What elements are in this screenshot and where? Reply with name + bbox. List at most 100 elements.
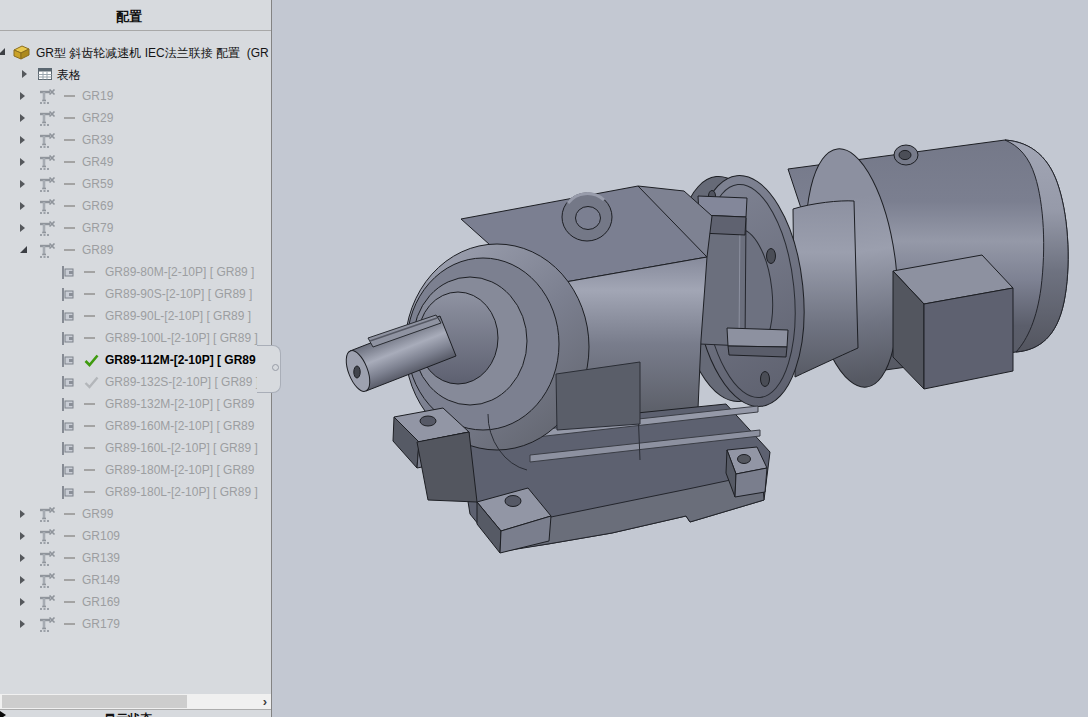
config-icon [38,154,58,175]
expand-arrow-icon[interactable] [20,510,25,518]
expand-arrow-icon[interactable] [20,620,25,628]
tree-row-label[interactable]: GR89-132M-[2-10P] [ GR89 [105,397,254,411]
tree-row[interactable]: GR59 [0,173,271,195]
tree-row-label[interactable]: GR19 [82,89,113,103]
dash-mark [84,447,95,449]
tree-row[interactable]: GR109 [0,525,271,547]
tree-row[interactable]: GR19 [0,85,271,107]
tree-row-label[interactable]: GR99 [82,507,113,521]
tree-row[interactable]: GR99 [0,503,271,525]
expand-arrow-icon[interactable] [20,202,25,210]
dash-mark [64,139,75,141]
tree-row-label[interactable]: GR149 [82,573,120,587]
tree-row[interactable]: GR型 斜齿轮减速机 IEC法兰联接 配置 (GR [0,41,271,63]
torque-bar-mid [727,328,788,347]
dash-mark [64,557,75,559]
tree-row[interactable]: GR89-90L-[2-10P] [ GR89 ] [0,305,271,327]
dash-mark [84,425,95,427]
tree-row-label[interactable]: GR29 [82,111,113,125]
front-recess [556,362,640,430]
dash-mark [84,293,95,295]
active-config-check-icon [84,353,99,372]
tree-row[interactable]: GR89-160L-[2-10P] [ GR89 ] [0,437,271,459]
tree-row-label[interactable]: GR89-160M-[2-10P] [ GR89 [105,419,254,433]
dash-mark [64,161,75,163]
tree-row-label[interactable]: GR89-100L-[2-10P] [ GR89 ] [105,331,258,345]
dash-mark [84,491,95,493]
tree-row-label[interactable]: GR型 斜齿轮减速机 IEC法兰联接 配置 (GR [36,45,269,62]
tree-row[interactable]: GR179 [0,613,271,635]
tree-row[interactable]: GR89-100L-[2-10P] [ GR89 ] [0,327,271,349]
flyout-handle-circle[interactable] [272,364,279,371]
tree-row[interactable]: GR89-180L-[2-10P] [ GR89 ] [0,481,271,503]
config-icon [38,110,58,131]
tree-row[interactable]: GR89-80M-[2-10P] [ GR89 ] [0,261,271,283]
tree-row[interactable]: GR39 [0,129,271,151]
tree-row[interactable]: GR89-160M-[2-10P] [ GR89 [0,415,271,437]
config-icon [38,550,58,571]
tree-row[interactable]: GR69 [0,195,271,217]
dash-mark [64,205,75,207]
tree-row-label[interactable]: GR89-112M-[2-10P] [ GR89 [105,353,256,367]
tree-row[interactable]: GR139 [0,547,271,569]
tree-row[interactable]: GR89-132M-[2-10P] [ GR89 [0,393,271,415]
tree-row-label[interactable]: GR89-160L-[2-10P] [ GR89 ] [105,441,258,455]
expand-arrow-icon[interactable] [22,70,27,78]
expand-arrow-icon[interactable] [20,114,25,122]
expand-arrow-icon[interactable] [20,576,25,584]
tree-row-label[interactable]: GR69 [82,199,113,213]
derived-config-icon [60,418,78,439]
tree-row-label[interactable]: GR169 [82,595,120,609]
scrollbar-right-arrow[interactable]: › [263,694,267,709]
tree-row-label[interactable]: GR49 [82,155,113,169]
tree-row[interactable]: GR29 [0,107,271,129]
derived-config-icon [60,484,78,505]
tree-row[interactable]: GR49 [0,151,271,173]
expand-arrow-icon[interactable] [20,532,25,540]
tree-row-label[interactable]: GR89-90S-[2-10P] [ GR89 ] [105,287,252,301]
derived-config-icon [60,308,78,329]
tree-row[interactable]: GR89-180M-[2-10P] [ GR89 [0,459,271,481]
expand-arrow-icon[interactable] [20,598,25,606]
tree-row-label[interactable]: GR109 [82,529,120,543]
tree-row-label[interactable]: GR59 [82,177,113,191]
expand-arrow-icon[interactable] [20,554,25,562]
foot2-hole [505,496,521,507]
display-states-section[interactable]: 显示状态 [0,710,271,717]
display-states-arrow-icon [0,711,6,717]
expand-arrow-icon[interactable] [20,224,25,232]
expand-arrow-icon[interactable] [20,136,25,144]
tree-row[interactable]: 表格 [0,63,271,85]
derived-config-icon [60,352,78,373]
horizontal-scrollbar[interactable]: › [0,694,271,710]
tree-row-label[interactable]: GR89-132S-[2-10P] [ GR89 ] [105,375,259,389]
tree-row-label[interactable]: GR79 [82,221,113,235]
scrollbar-thumb[interactable] [2,695,187,708]
display-states-label: 显示状态 [104,711,152,717]
panel-title: 配置 [0,8,258,26]
tree-row-label[interactable]: GR179 [82,617,120,631]
tree-row-label[interactable]: GR89-80M-[2-10P] [ GR89 ] [105,265,254,279]
tree-row-label[interactable]: GR89-180M-[2-10P] [ GR89 [105,463,254,477]
tree-row-label[interactable]: GR139 [82,551,120,565]
expand-arrow-open-icon[interactable] [0,48,5,55]
tree-row-label[interactable]: 表格 [57,67,81,84]
expand-arrow-icon[interactable] [20,180,25,188]
expand-arrow-icon[interactable] [20,158,25,166]
tree-row[interactable]: GR79 [0,217,271,239]
tree-row[interactable]: GR149 [0,569,271,591]
dash-mark [64,535,75,537]
tree-row[interactable]: GR89-90S-[2-10P] [ GR89 ] [0,283,271,305]
tree-row-label[interactable]: GR89 [82,243,113,257]
tree-row[interactable]: GR89-132S-[2-10P] [ GR89 ] [0,371,271,393]
config-icon [38,132,58,153]
expand-arrow-icon[interactable] [20,92,25,100]
tree-row[interactable]: GR89 [0,239,271,261]
expand-arrow-open-icon[interactable] [20,246,27,253]
tree-row[interactable]: GR169 [0,591,271,613]
tree-row-label[interactable]: GR89-180L-[2-10P] [ GR89 ] [105,485,258,499]
tree-row-label[interactable]: GR39 [82,133,113,147]
dash-mark [84,315,95,317]
tree-row-label[interactable]: GR89-90L-[2-10P] [ GR89 ] [105,309,251,323]
tree-row[interactable]: GR89-112M-[2-10P] [ GR89 [0,349,271,371]
